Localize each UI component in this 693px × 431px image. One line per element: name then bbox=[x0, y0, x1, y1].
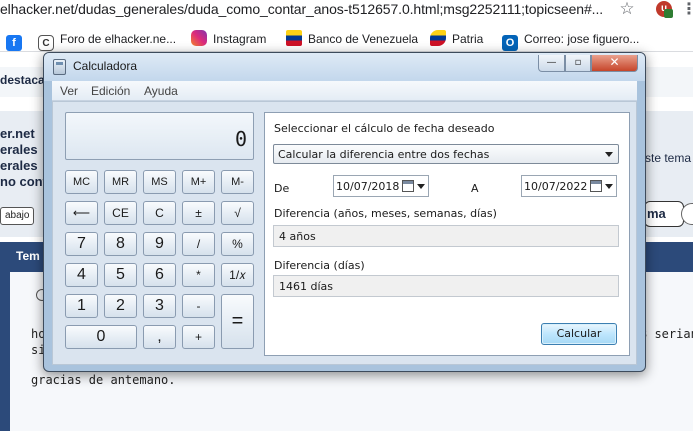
digit-4-button[interactable]: 4 bbox=[65, 263, 98, 287]
page-text-fragment: erales bbox=[0, 142, 38, 157]
calculator-icon bbox=[53, 59, 66, 75]
page-text-fragment: ste tema bbox=[645, 151, 692, 165]
page-text-fragment: erales bbox=[0, 158, 38, 173]
outlook-icon: O bbox=[502, 35, 518, 51]
instagram-icon bbox=[191, 30, 207, 46]
difference-result: 4 años bbox=[273, 225, 619, 247]
digit-9-button[interactable]: 9 bbox=[143, 232, 176, 256]
chevron-down-icon[interactable] bbox=[605, 184, 613, 189]
difference-value: 4 años bbox=[279, 230, 316, 243]
topic-header-label: Tem bbox=[16, 249, 40, 263]
elhacker-icon: C bbox=[38, 35, 54, 51]
memory-recall-button[interactable]: MR bbox=[104, 170, 137, 194]
bookmark-elhacker[interactable]: C Foro de elhacker.ne... bbox=[38, 30, 177, 51]
page-button-fragment[interactable]: ma bbox=[644, 201, 684, 227]
add-button[interactable]: + bbox=[182, 325, 215, 349]
page-heading-fragment: destaca bbox=[0, 73, 45, 87]
menu-ayuda[interactable]: Ayuda bbox=[144, 84, 178, 98]
backspace-button[interactable]: ⟵ bbox=[65, 201, 98, 225]
address-bar[interactable]: elhacker.net/dudas_generales/duda_como_c… bbox=[0, 0, 693, 26]
equals-button[interactable]: = bbox=[221, 294, 254, 349]
page-text-fragment: no cont bbox=[0, 174, 47, 189]
negate-button[interactable]: ± bbox=[182, 201, 215, 225]
bookmark-label: Foro de elhacker.ne... bbox=[60, 32, 177, 46]
multiply-button[interactable]: * bbox=[182, 263, 215, 287]
from-label: De bbox=[274, 182, 290, 195]
digit-7-button[interactable]: 7 bbox=[65, 232, 98, 256]
menu-edicion[interactable]: Edición bbox=[91, 84, 130, 98]
days-difference-result: 1461 días bbox=[273, 275, 619, 297]
bookmark-patria[interactable]: Patria bbox=[430, 30, 483, 48]
post-text-fragment: 3 serian bbox=[640, 327, 693, 341]
post-text: gracias de antemano. bbox=[31, 373, 176, 387]
memory-add-button[interactable]: M+ bbox=[182, 170, 215, 194]
date-from-field[interactable]: 10/07/2018 bbox=[333, 175, 429, 197]
memory-clear-button[interactable]: MC bbox=[65, 170, 98, 194]
display-value: 0 bbox=[234, 127, 247, 151]
difference-label: Diferencia (años, meses, semanas, días) bbox=[274, 207, 497, 220]
calendar-icon[interactable] bbox=[402, 180, 414, 192]
banco-venezuela-icon bbox=[286, 30, 302, 46]
to-label: A bbox=[471, 182, 479, 195]
digit-1-button[interactable]: 1 bbox=[65, 294, 98, 318]
clear-entry-button[interactable]: CE bbox=[104, 201, 137, 225]
subtract-button[interactable]: - bbox=[182, 294, 215, 318]
star-icon[interactable]: ☆ bbox=[617, 0, 637, 18]
digit-2-button[interactable]: 2 bbox=[104, 294, 137, 318]
percent-button[interactable]: % bbox=[221, 232, 254, 256]
close-button[interactable]: ✕ bbox=[591, 55, 638, 72]
maximize-button[interactable]: ▫ bbox=[565, 55, 591, 72]
digit-8-button[interactable]: 8 bbox=[104, 232, 137, 256]
bookmark-label: Banco de Venezuela bbox=[308, 32, 419, 46]
abajo-button[interactable]: abajo bbox=[0, 207, 35, 225]
date-to-value: 10/07/2022 bbox=[524, 180, 588, 193]
date-calculation-panel: Seleccionar el cálculo de fecha deseado … bbox=[264, 112, 630, 356]
menu-ver[interactable]: Ver bbox=[60, 84, 78, 98]
bookmark-correo[interactable]: O Correo: jose figuero... bbox=[502, 30, 640, 51]
extension-badge bbox=[664, 9, 673, 18]
bookmark-label: Instagram bbox=[213, 32, 267, 46]
patria-flag-icon bbox=[430, 30, 446, 46]
page-text-fragment: er.net bbox=[0, 126, 35, 141]
menu-bar: Ver Edición Ayuda bbox=[52, 81, 637, 101]
url-text[interactable]: elhacker.net/dudas_generales/duda_como_c… bbox=[0, 0, 603, 18]
bookmarks-bar: f C Foro de elhacker.ne... Instagram Banc… bbox=[0, 26, 693, 52]
calendar-icon[interactable] bbox=[590, 180, 602, 192]
select-calc-label: Seleccionar el cálculo de fecha deseado bbox=[274, 122, 495, 135]
chevron-down-icon bbox=[605, 152, 613, 157]
reciprocal-button[interactable]: 1/𝑥 bbox=[221, 263, 254, 287]
bookmark-banco-venezuela[interactable]: Banco de Venezuela bbox=[286, 30, 418, 48]
decimal-button[interactable]: , bbox=[143, 325, 176, 349]
days-difference-value: 1461 días bbox=[279, 280, 334, 293]
calculator-display: 0 bbox=[65, 112, 254, 160]
window-title: Calculadora bbox=[73, 59, 138, 73]
bookmark-label: Correo: jose figuero... bbox=[524, 32, 640, 46]
digit-3-button[interactable]: 3 bbox=[143, 294, 176, 318]
facebook-icon: f bbox=[6, 35, 22, 51]
calculate-button[interactable]: Calcular bbox=[541, 323, 617, 345]
days-difference-label: Diferencia (días) bbox=[274, 259, 365, 272]
memory-subtract-button[interactable]: M- bbox=[221, 170, 254, 194]
date-from-value: 10/07/2018 bbox=[336, 180, 400, 193]
minimize-button[interactable]: — bbox=[538, 55, 565, 72]
chevron-down-icon[interactable] bbox=[417, 184, 425, 189]
digit-6-button[interactable]: 6 bbox=[143, 263, 176, 287]
calc-type-value: Calcular la diferencia entre dos fechas bbox=[278, 148, 490, 161]
bookmark-instagram[interactable]: Instagram bbox=[191, 30, 266, 48]
more-menu-icon[interactable]: ⋮ bbox=[681, 0, 693, 18]
calculator-titlebar[interactable]: Calculadora — ▫ ✕ bbox=[44, 53, 645, 81]
bookmark-label: Patria bbox=[452, 32, 484, 46]
digit-5-button[interactable]: 5 bbox=[104, 263, 137, 287]
bookmark-facebook[interactable]: f bbox=[6, 30, 28, 51]
calculator-body: 0 Seleccionar el cálculo de fecha desead… bbox=[52, 101, 637, 365]
memory-store-button[interactable]: MS bbox=[143, 170, 176, 194]
calc-type-select[interactable]: Calcular la diferencia entre dos fechas bbox=[273, 144, 619, 164]
calculator-window: Calculadora — ▫ ✕ Ver Edición Ayuda 0 Se… bbox=[43, 52, 646, 372]
square-root-button[interactable]: √ bbox=[221, 201, 254, 225]
divide-button[interactable]: / bbox=[182, 232, 215, 256]
digit-0-button[interactable]: 0 bbox=[65, 325, 137, 349]
date-to-field[interactable]: 10/07/2022 bbox=[521, 175, 617, 197]
post-sidebar bbox=[0, 272, 10, 431]
clear-button[interactable]: C bbox=[143, 201, 176, 225]
